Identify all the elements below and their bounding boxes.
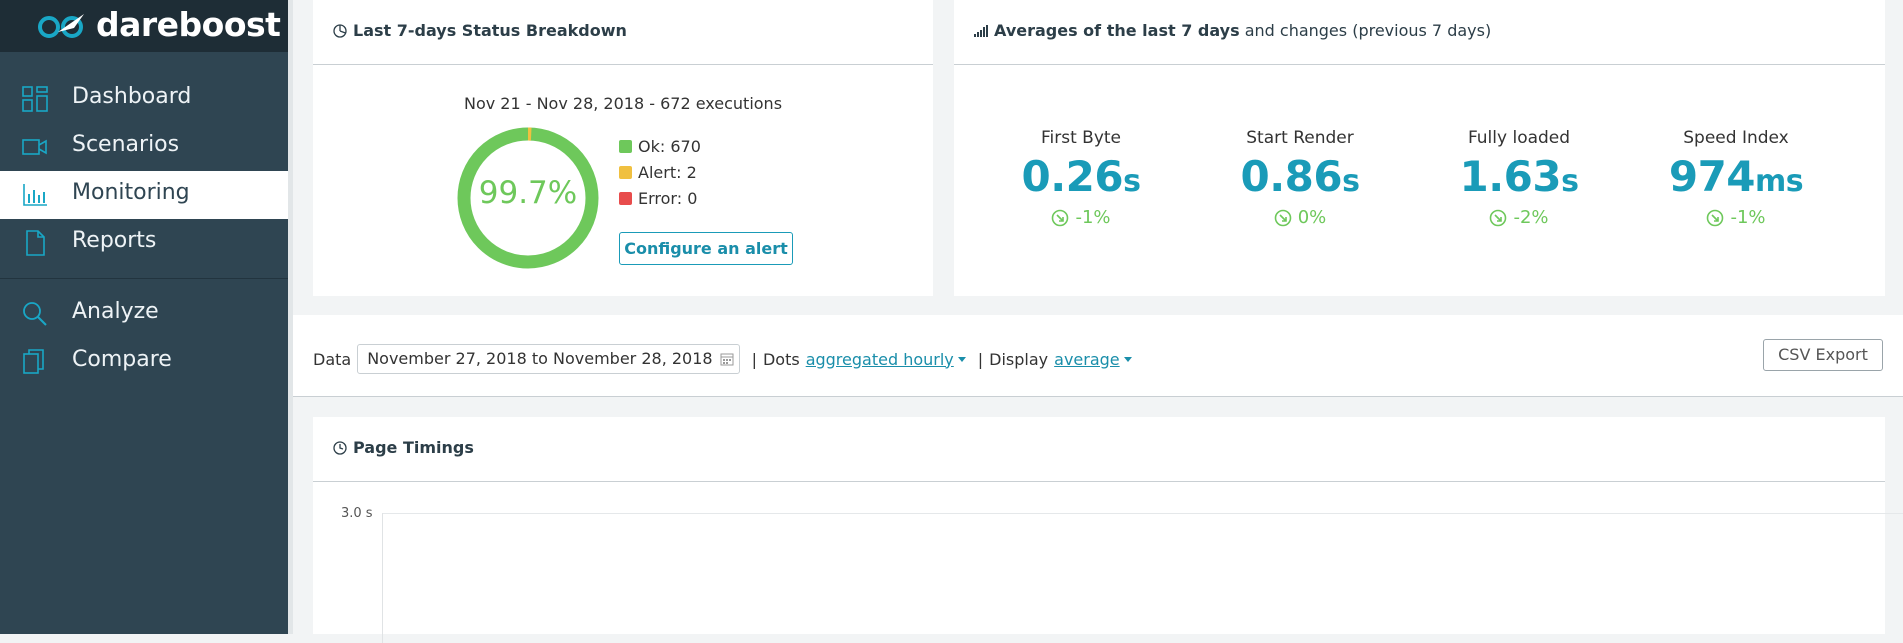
legend-label: Ok: 670 — [638, 137, 701, 156]
metric-value: 0.86s — [1195, 152, 1405, 201]
data-label: Data — [313, 350, 351, 369]
card-header: Last 7-days Status Breakdown — [313, 0, 933, 65]
averages-title-rest: and changes (previous 7 days) — [1245, 21, 1492, 40]
metric-speed-index: Speed Index 974ms -1% — [1631, 128, 1841, 228]
metric-value: 0.26s — [976, 152, 1186, 201]
sidebar-item-label: Scenarios — [72, 132, 179, 157]
timings-title: Page Timings — [353, 438, 474, 457]
metric-label: Speed Index — [1631, 128, 1841, 148]
separator: | — [978, 350, 983, 369]
card-title: Last 7-days Status Breakdown — [333, 21, 627, 40]
date-range-picker[interactable]: November 27, 2018 to November 28, 2018 — [357, 344, 739, 374]
pie-chart-icon — [333, 24, 347, 38]
trend-down-icon — [1274, 209, 1292, 227]
metric-label: Fully loaded — [1414, 128, 1624, 148]
sidebar-item-label: Reports — [72, 228, 156, 253]
dots-aggregation-dropdown[interactable]: aggregated hourly — [806, 350, 966, 369]
status-title: Last 7-days Status Breakdown — [353, 21, 627, 40]
sidebar-item-dashboard[interactable]: Dashboard — [0, 75, 288, 123]
card-header: Page Timings — [313, 417, 1885, 482]
bar-chart-icon — [22, 182, 48, 208]
averages-card: Averages of the last 7 days and changes … — [954, 0, 1885, 296]
alert-swatch — [619, 166, 632, 179]
legend-label: Alert: 2 — [638, 163, 697, 182]
page-timings-card: Page Timings 3.0 s — [313, 417, 1885, 634]
filter-row: Data November 27, 2018 to November 28, 2… — [313, 344, 1138, 374]
document-icon — [22, 230, 48, 256]
trend-down-icon — [1051, 209, 1069, 227]
sidebar-item-label: Compare — [72, 347, 172, 372]
clock-icon — [333, 441, 347, 455]
metric-value: 974ms — [1631, 152, 1841, 201]
separator: | — [752, 350, 757, 369]
configure-alert-button[interactable]: Configure an alert — [619, 232, 793, 265]
metric-fully-loaded: Fully loaded 1.63s -2% — [1414, 128, 1624, 228]
metric-label: Start Render — [1195, 128, 1405, 148]
logo-bar: dareboost — [0, 0, 288, 52]
sidebar-item-compare[interactable]: Compare — [0, 338, 288, 386]
dashboard-grid-icon — [22, 86, 48, 112]
averages-title-bold: Averages of the last 7 days — [994, 21, 1240, 40]
y-axis-tick-label: 3.0 s — [341, 506, 373, 521]
grid-line — [383, 513, 1903, 514]
calendar-icon — [720, 352, 734, 366]
metric-change: -1% — [976, 207, 1186, 228]
success-percent: 99.7% — [455, 175, 601, 211]
metric-start-render: Start Render 0.86s 0% — [1195, 128, 1405, 228]
sidebar-item-scenarios[interactable]: Scenarios — [0, 123, 288, 171]
legend-alert: Alert: 2 — [619, 163, 697, 182]
sidebar: dareboost Dashboard Scenarios Monitoring — [0, 0, 288, 634]
status-breakdown-card: Last 7-days Status Breakdown Nov 21 - No… — [313, 0, 933, 296]
metric-change: -1% — [1631, 207, 1841, 228]
dots-label: Dots — [763, 350, 800, 369]
legend-error: Error: 0 — [619, 189, 697, 208]
metric-value: 1.63s — [1414, 152, 1624, 201]
caret-down-icon — [958, 357, 966, 362]
search-icon — [22, 301, 48, 327]
metric-first-byte: First Byte 0.26s -1% — [976, 128, 1186, 228]
copy-pages-icon — [22, 349, 48, 375]
logo-icon — [36, 12, 88, 40]
csv-export-button[interactable]: CSV Export — [1763, 339, 1883, 371]
signal-bars-icon — [974, 25, 988, 37]
sidebar-item-label: Monitoring — [72, 180, 190, 205]
brand-name[interactable]: dareboost — [96, 5, 280, 44]
video-camera-icon — [22, 134, 48, 160]
sidebar-item-monitoring[interactable]: Monitoring — [0, 171, 288, 219]
error-swatch — [619, 192, 632, 205]
metric-change: -2% — [1414, 207, 1624, 228]
metric-change: 0% — [1195, 207, 1405, 228]
legend-ok: Ok: 670 — [619, 137, 701, 156]
sidebar-item-reports[interactable]: Reports — [0, 219, 288, 267]
trend-down-icon — [1706, 209, 1724, 227]
sidebar-item-label: Analyze — [72, 299, 159, 324]
ok-swatch — [619, 140, 632, 153]
card-title: Averages of the last 7 days and changes … — [974, 21, 1491, 40]
metric-label: First Byte — [976, 128, 1186, 148]
caret-down-icon — [1124, 357, 1132, 362]
filter-bar: Data November 27, 2018 to November 28, 2… — [293, 315, 1903, 397]
sidebar-item-label: Dashboard — [72, 84, 191, 109]
display-mode-dropdown[interactable]: average — [1054, 350, 1132, 369]
y-axis — [382, 513, 383, 643]
legend-label: Error: 0 — [638, 189, 697, 208]
date-range-summary: Nov 21 - Nov 28, 2018 - 672 executions — [313, 94, 933, 113]
card-title: Page Timings — [333, 438, 474, 457]
display-label: Display — [989, 350, 1048, 369]
sidebar-item-analyze[interactable]: Analyze — [0, 290, 288, 338]
nav-divider — [0, 278, 288, 279]
card-header: Averages of the last 7 days and changes … — [954, 0, 1885, 65]
trend-down-icon — [1489, 209, 1507, 227]
